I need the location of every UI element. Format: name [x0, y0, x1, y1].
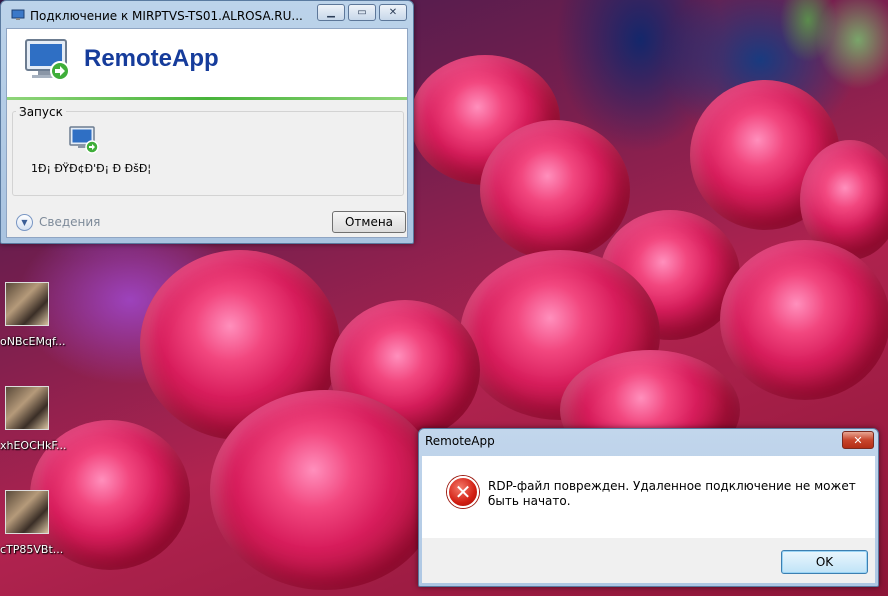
remoteapp-connection-window: Подключение к MIRPTVS-TS01.ALROSA.RU... … [0, 0, 414, 244]
launch-group-label: Запуск [16, 105, 66, 119]
window-title: Подключение к MIRPTVS-TS01.ALROSA.RU... [30, 9, 303, 23]
dialog-close-button[interactable]: ✕ [842, 431, 874, 449]
desktop-icon-label: cTP85VBt... [0, 543, 64, 556]
maximize-button[interactable]: ▭ [348, 4, 376, 21]
cancel-button[interactable]: Отмена [332, 211, 406, 233]
ok-button[interactable]: OK [781, 550, 868, 574]
minimize-icon: ▁ [327, 7, 335, 18]
close-icon: ✕ [388, 7, 398, 18]
remote-app-icon[interactable] [68, 125, 100, 157]
desktop-icon[interactable]: cTP85VBt... [0, 490, 70, 560]
wallpaper-rose [720, 240, 888, 400]
chevron-down-icon[interactable]: ▼ [16, 214, 33, 231]
header-separator [7, 97, 407, 100]
title-bar[interactable]: Подключение к MIRPTVS-TS01.ALROSA.RU... … [1, 1, 413, 29]
remote-desktop-icon [11, 9, 25, 20]
brand-title: RemoteApp [84, 45, 219, 72]
details-toggle-label[interactable]: Сведения [39, 215, 100, 229]
dialog-content: ✕ RDP-файл поврежден. Удаленное подключе… [422, 456, 875, 538]
desktop-icon-label: xhEOCHkF... [0, 439, 67, 452]
desktop-icon[interactable]: oNBcEMqf... [0, 282, 70, 352]
desktop-icon[interactable]: xhEOCHkF... [0, 386, 70, 456]
desktop-icon-label: oNBcEMqf... [0, 335, 66, 348]
wallpaper-rose [210, 390, 440, 590]
header-banner: RemoteApp [7, 29, 407, 97]
wallpaper-rose [480, 120, 630, 260]
desktop-icon-thumbnail [5, 282, 49, 326]
dialog-body: ✕ RDP-файл поврежден. Удаленное подключе… [422, 456, 875, 583]
error-message: RDP-файл поврежден. Удаленное подключени… [488, 479, 856, 508]
maximize-icon: ▭ [357, 7, 367, 18]
error-icon: ✕ [447, 476, 479, 508]
dialog-title: RemoteApp [425, 434, 495, 448]
error-dialog: RemoteApp ✕ ✕ RDP-файл поврежден. Удален… [418, 428, 879, 587]
close-button[interactable]: ✕ [379, 4, 407, 21]
desktop-icon-thumbnail [5, 490, 49, 534]
window-body: RemoteApp Запуск 1Đ¡ ĐŸĐ¢Đ'Đ¡ Đ ĐšĐ¦ ▼ С… [6, 28, 408, 238]
window-controls: ▁ ▭ ✕ [317, 4, 407, 21]
close-icon: ✕ [853, 433, 863, 447]
desktop-icon-thumbnail [5, 386, 49, 430]
remote-app-label: 1Đ¡ ĐŸĐ¢Đ'Đ¡ Đ ĐšĐ¦ [31, 162, 152, 175]
minimize-button[interactable]: ▁ [317, 4, 345, 21]
remoteapp-logo-icon [25, 39, 70, 81]
